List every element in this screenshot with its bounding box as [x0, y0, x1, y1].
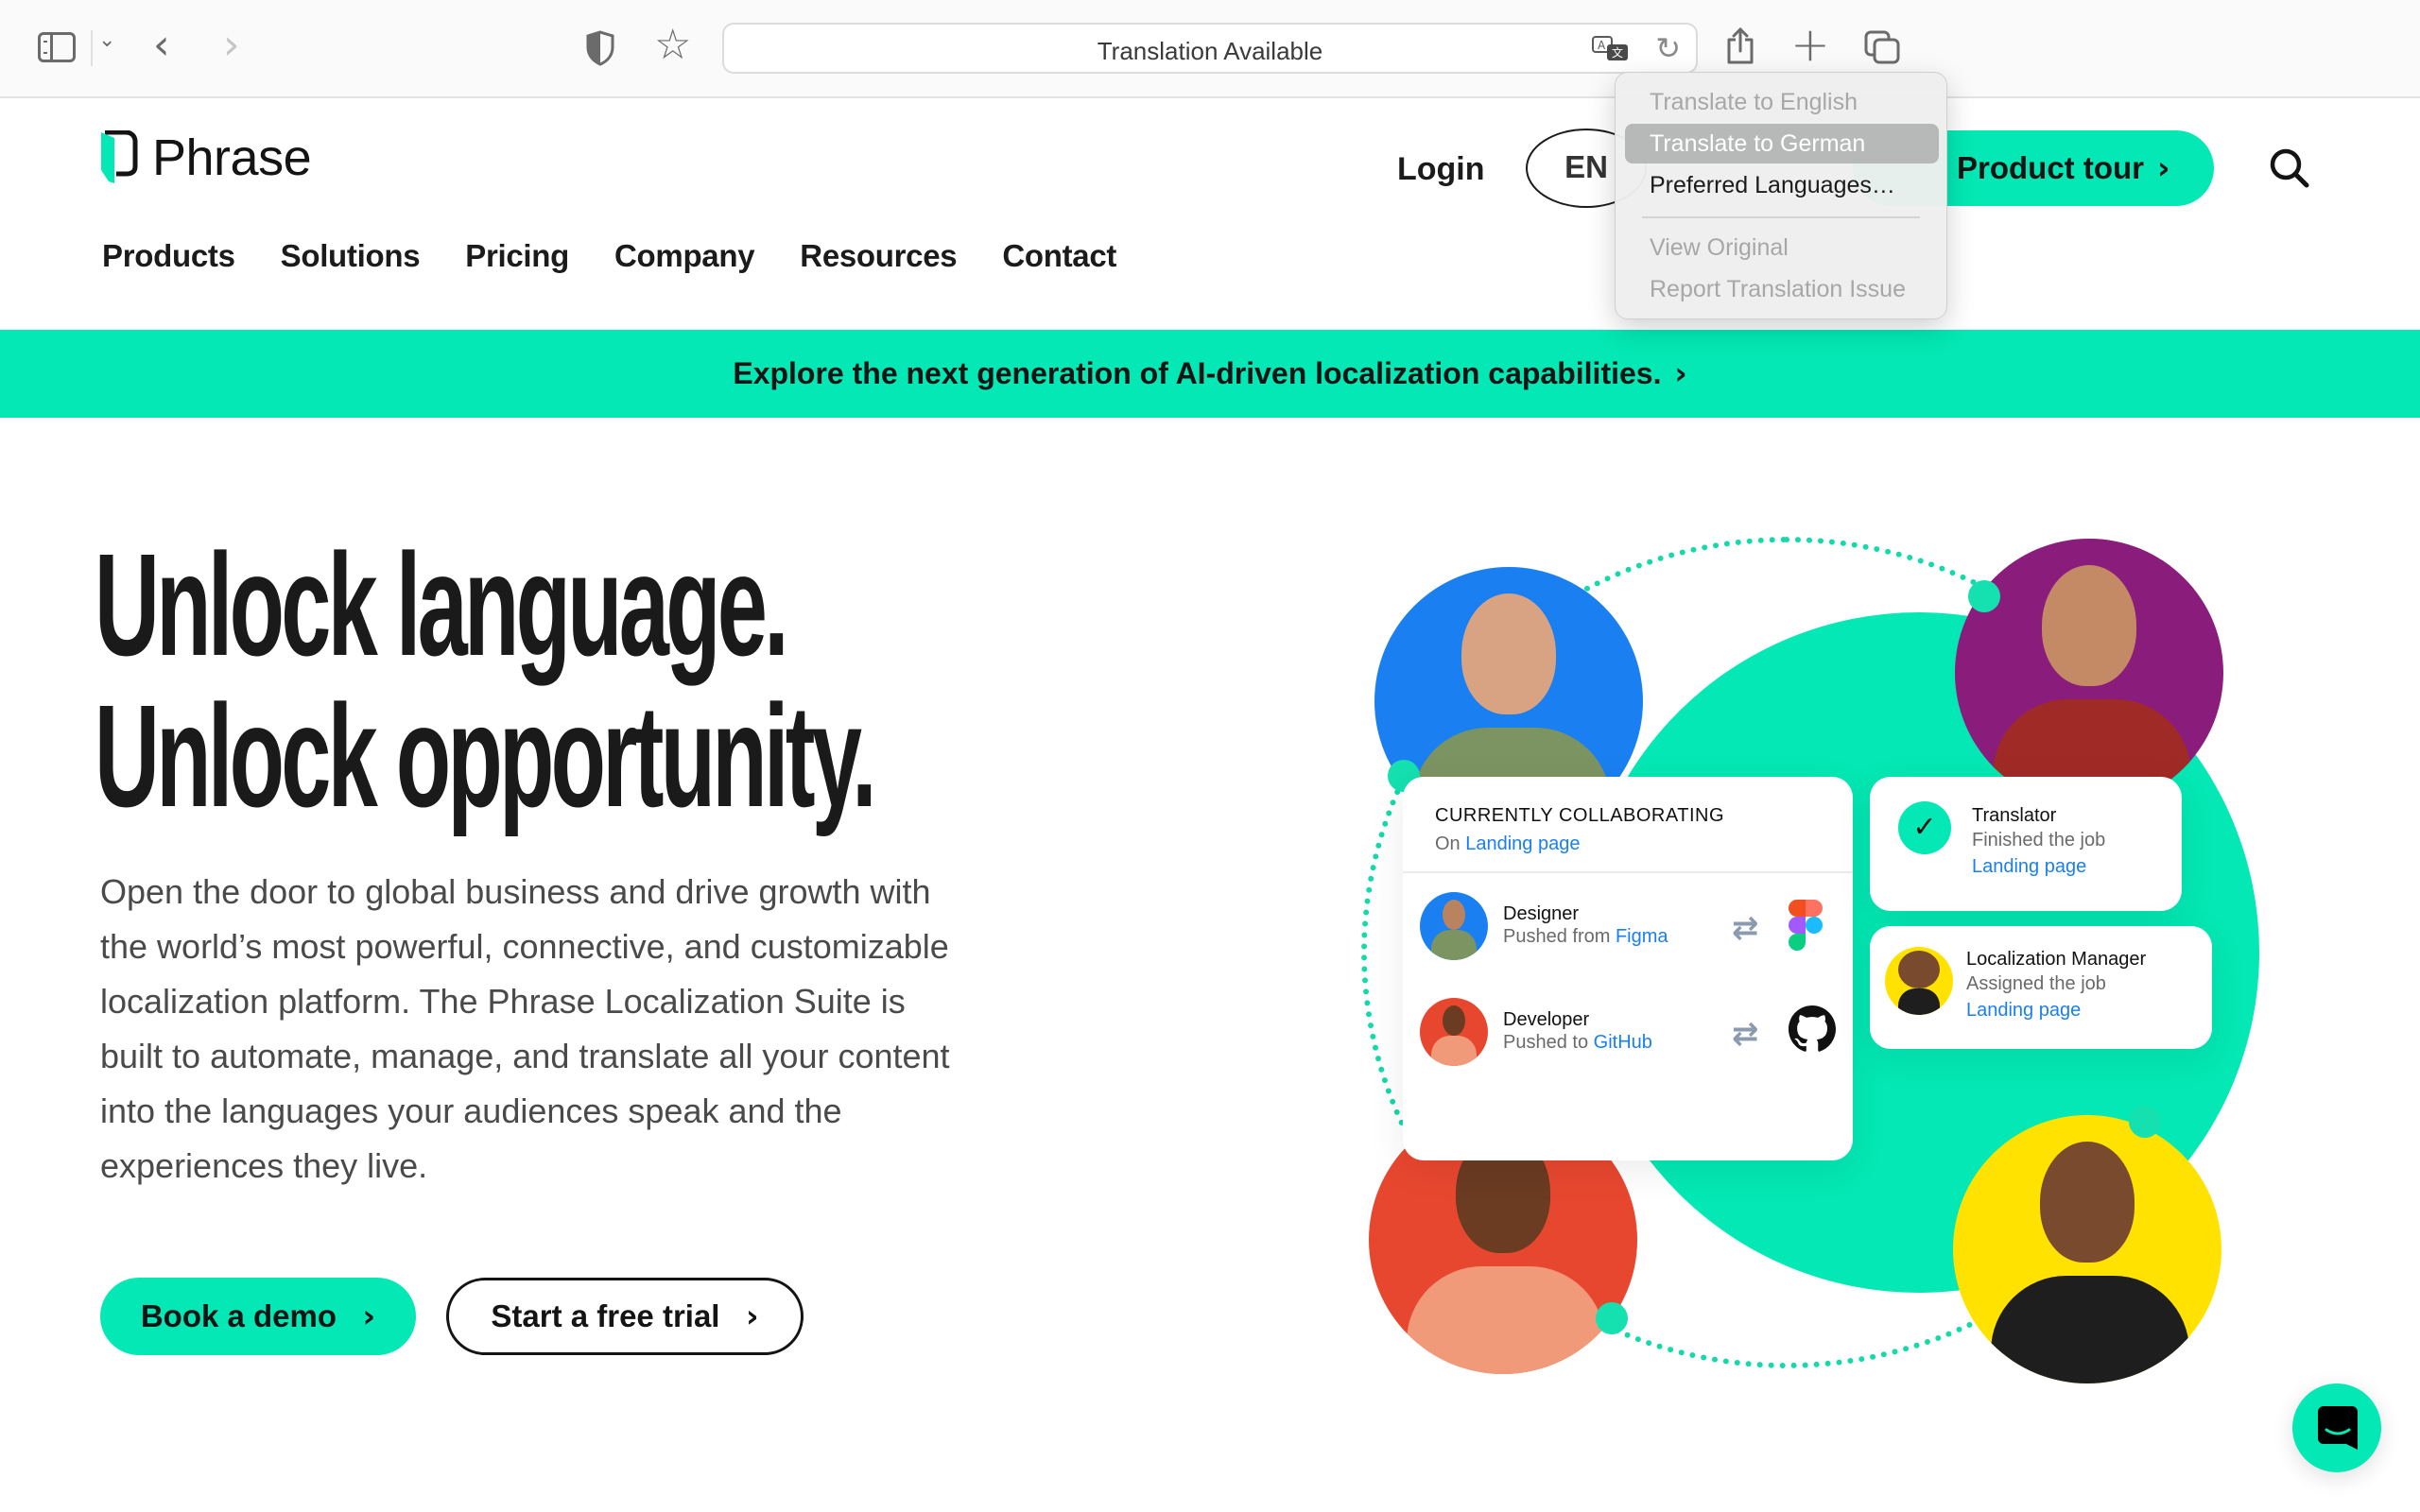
- svg-text:A: A: [1598, 39, 1606, 52]
- collab-subtitle: On Landing page: [1435, 833, 1580, 855]
- chevron-right-icon: ›: [2156, 149, 2170, 186]
- nav-item-pricing[interactable]: Pricing: [465, 238, 569, 274]
- translate-menu: Translate to English Translate to German…: [1615, 72, 1947, 319]
- reload-icon[interactable]: ↻: [1655, 30, 1681, 66]
- row-action-prefix: Pushed from: [1503, 926, 1611, 947]
- collab-row-developer: Developer Pushed to GitHub ⇄: [1420, 998, 1836, 1070]
- row-action: Pushed to GitHub: [1503, 1032, 1652, 1054]
- hero-headline-line1: Unlock language.: [95, 524, 789, 686]
- menu-item-translate-english: Translate to English: [1650, 89, 1858, 115]
- collaboration-illustration: CURRENTLY COLLABORATING On Landing page …: [1323, 510, 2269, 1383]
- figma-logo-icon: [1789, 900, 1838, 953]
- forward-button[interactable]: ›: [223, 21, 240, 69]
- status-action: Finished the job: [1972, 830, 2106, 850]
- swap-arrows-icon: ⇄: [1732, 909, 1759, 947]
- developer-mini-avatar: [1420, 998, 1488, 1066]
- book-demo-label: Book a demo: [140, 1298, 337, 1333]
- row-action-prefix: Pushed to: [1503, 1032, 1589, 1053]
- collab-row-designer: Designer Pushed from Figma ⇄: [1420, 892, 1836, 964]
- row-action-link: GitHub: [1593, 1032, 1652, 1053]
- brand-name: Phrase: [152, 129, 312, 186]
- collab-subtitle-prefix: On: [1435, 833, 1461, 854]
- login-link[interactable]: Login: [1397, 151, 1485, 188]
- status-role: Translator: [1972, 805, 2057, 826]
- free-trial-label: Start a free trial: [491, 1298, 720, 1333]
- connector-dot: [1968, 580, 2000, 612]
- status-role: Localization Manager: [1966, 949, 2147, 970]
- plus-icon[interactable]: +: [1790, 17, 1830, 72]
- status-action: Assigned the job: [1966, 973, 2106, 994]
- book-demo-button[interactable]: Book a demo ›: [100, 1278, 416, 1355]
- chevron-down-icon[interactable]: ⌄: [98, 28, 115, 52]
- designer-mini-avatar: [1420, 892, 1488, 960]
- sidebar-toggle-icon[interactable]: [38, 32, 76, 62]
- status-link: Landing page: [1966, 1000, 2082, 1021]
- hero-headline: Unlock language. Unlock opportunity.: [95, 524, 877, 837]
- nav-item-products[interactable]: Products: [102, 238, 235, 274]
- status-link: Landing page: [1972, 856, 2087, 877]
- hero-headline-line2: Unlock opportunity.: [95, 675, 877, 837]
- collab-title: CURRENTLY COLLABORATING: [1435, 805, 1725, 826]
- collaborating-card: CURRENTLY COLLABORATING On Landing page …: [1403, 777, 1853, 1160]
- nav-item-solutions[interactable]: Solutions: [281, 238, 421, 274]
- chevron-right-icon: ›: [746, 1297, 759, 1334]
- chat-widget-button[interactable]: [2292, 1383, 2381, 1472]
- divider: [1403, 871, 1853, 873]
- free-trial-button[interactable]: Start a free trial ›: [446, 1278, 804, 1355]
- announcement-banner[interactable]: Explore the next generation of AI-driven…: [0, 330, 2420, 418]
- manager-mini-avatar: [1885, 947, 1953, 1015]
- star-icon[interactable]: ☆: [654, 21, 691, 69]
- nav-item-contact[interactable]: Contact: [1002, 238, 1116, 274]
- tabs-icon[interactable]: [1864, 30, 1900, 64]
- share-icon[interactable]: [1726, 26, 1754, 64]
- translator-avatar: [1955, 539, 2223, 807]
- address-bar-text: Translation Available: [1097, 37, 1323, 65]
- row-action-link: Figma: [1615, 926, 1668, 947]
- back-button[interactable]: ‹: [153, 21, 170, 69]
- menu-item-translate-german[interactable]: Translate to German: [1625, 124, 1939, 163]
- chevron-right-icon: ›: [1674, 355, 1687, 391]
- menu-item-preferred-languages[interactable]: Preferred Languages…: [1625, 165, 1939, 205]
- toolbar-divider: [91, 30, 93, 66]
- svg-text:文: 文: [1612, 45, 1623, 60]
- github-logo-icon: [1789, 1005, 1838, 1058]
- swap-arrows-icon: ⇄: [1732, 1015, 1759, 1053]
- hero-description: Open the door to global business and dri…: [100, 872, 950, 1185]
- collab-subtitle-link: Landing page: [1465, 833, 1581, 854]
- row-action: Pushed from Figma: [1503, 926, 1668, 948]
- phrase-logo[interactable]: Phrase: [99, 129, 312, 187]
- banner-text: Explore the next generation of AI-driven…: [733, 356, 1662, 390]
- menu-item-view-original: View Original: [1650, 234, 1789, 261]
- check-icon: ✓: [1898, 801, 1951, 854]
- chevron-right-icon: ›: [362, 1297, 376, 1334]
- manager-status-card: Localization Manager Assigned the job La…: [1870, 926, 2212, 1049]
- shield-icon[interactable]: [586, 30, 614, 66]
- browser-toolbar: ⌄ ‹ › ☆ Translation Available A 文 ↻ +: [0, 0, 2420, 98]
- menu-item-report-issue: Report Translation Issue: [1650, 276, 1906, 302]
- row-role: Developer: [1503, 1009, 1590, 1030]
- connector-dot: [2129, 1106, 2161, 1138]
- search-icon[interactable]: [2269, 147, 2310, 189]
- nav-item-company[interactable]: Company: [614, 238, 755, 274]
- nav-item-resources[interactable]: Resources: [800, 238, 957, 274]
- connector-dot: [1596, 1302, 1628, 1334]
- row-role: Designer: [1503, 903, 1580, 924]
- phrase-logo-icon: [99, 129, 139, 185]
- main-nav: Products Solutions Pricing Company Resou…: [102, 238, 1116, 274]
- menu-separator: [1642, 216, 1920, 218]
- product-tour-label: Product tour: [1957, 150, 2144, 185]
- translator-status-card: ✓ Translator Finished the job Landing pa…: [1870, 777, 2182, 911]
- address-bar[interactable]: Translation Available A 文 ↻: [722, 23, 1698, 74]
- manager-avatar: [1953, 1115, 2221, 1383]
- chat-bubble-icon: [2318, 1406, 2358, 1450]
- translate-icon[interactable]: A 文: [1592, 36, 1630, 64]
